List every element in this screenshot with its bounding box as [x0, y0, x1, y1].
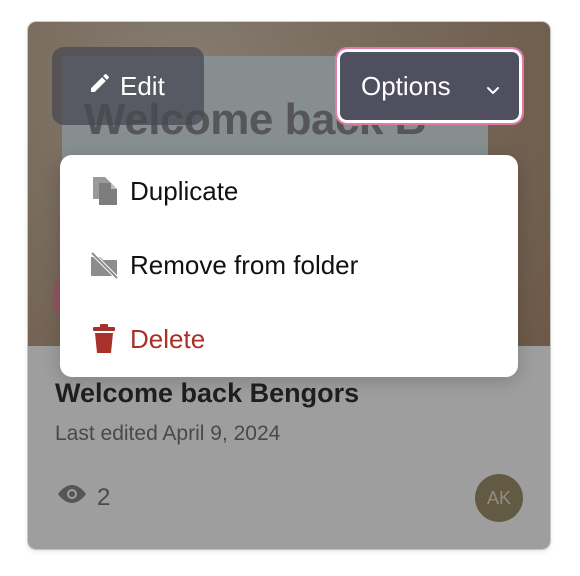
- menu-item-delete[interactable]: Delete: [60, 309, 518, 369]
- menu-item-label: Remove from folder: [130, 249, 359, 280]
- options-button[interactable]: Options: [335, 47, 524, 125]
- folder-off-icon: [88, 249, 120, 281]
- options-menu: Duplicate Remove from folder Delete: [60, 155, 518, 377]
- menu-item-label: Duplicate: [130, 175, 239, 206]
- edit-button[interactable]: Edit: [52, 47, 204, 125]
- duplicate-icon: [88, 175, 120, 207]
- menu-item-remove-from-folder[interactable]: Remove from folder: [60, 235, 518, 295]
- menu-item-label: Delete: [130, 323, 206, 354]
- chevron-down-icon: [485, 75, 501, 106]
- options-button-label: Options: [361, 70, 451, 101]
- edit-button-label: Edit: [120, 70, 165, 101]
- pencil-icon: [88, 71, 112, 102]
- trash-icon: [88, 323, 120, 355]
- menu-item-duplicate[interactable]: Duplicate: [60, 161, 518, 221]
